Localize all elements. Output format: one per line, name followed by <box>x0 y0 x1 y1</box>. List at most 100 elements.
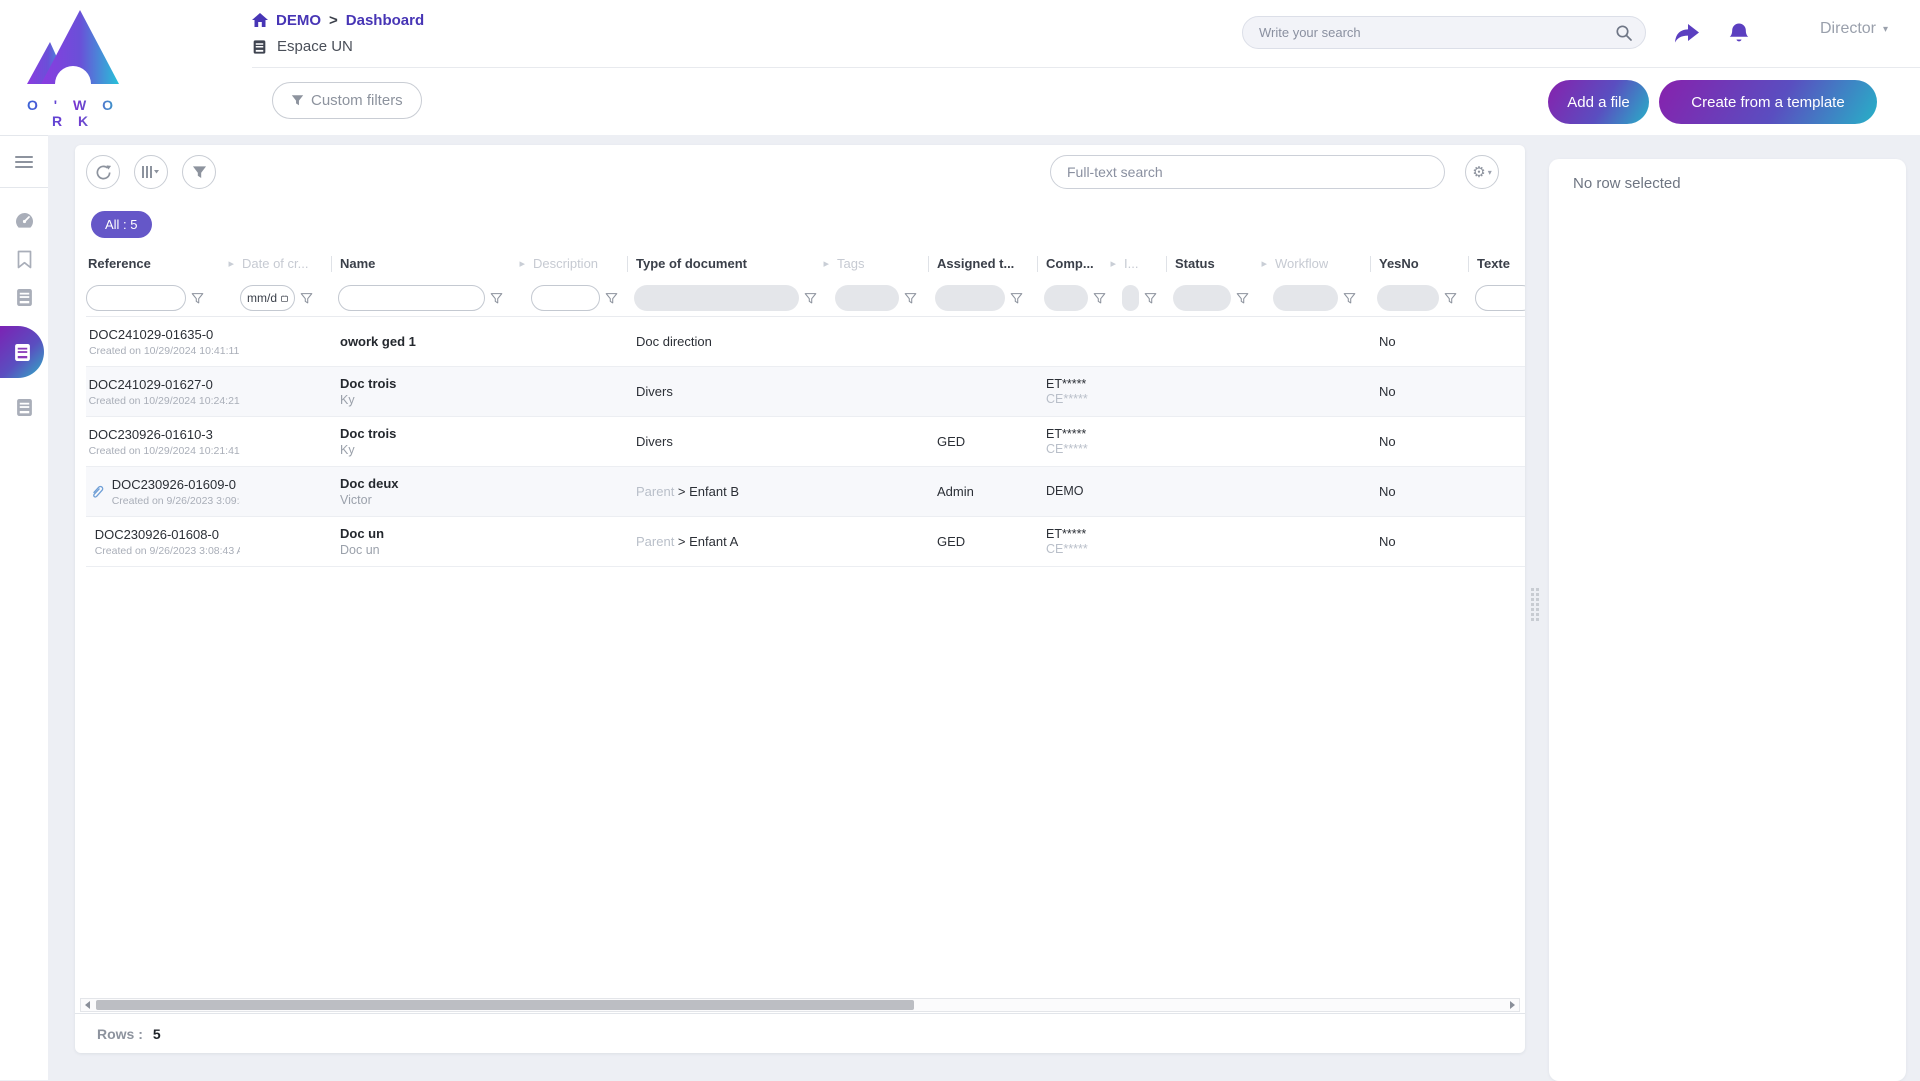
column-header-assigned[interactable]: Assigned t... <box>935 247 1044 280</box>
column-header-name[interactable]: Name▸ <box>338 247 531 280</box>
texte-filter-input[interactable] <box>1475 285 1525 311</box>
breadcrumb: DEMO > Dashboard Espace UN <box>252 12 424 55</box>
reference-filter-input[interactable] <box>86 285 186 311</box>
column-header-texte[interactable]: Texte <box>1475 247 1525 280</box>
table-filter-row: mm/d <box>86 280 1525 317</box>
refresh-button[interactable] <box>86 155 120 189</box>
column-header-type[interactable]: Type of document▸ <box>634 247 835 280</box>
funnel-icon[interactable] <box>1236 292 1249 305</box>
chevron-down-icon: ▾ <box>1883 24 1888 35</box>
table-settings-button[interactable]: ⚙▾ <box>1465 155 1499 189</box>
logo-mountain-icon <box>25 8 121 92</box>
add-file-button[interactable]: Add a file <box>1548 80 1649 124</box>
scroll-right-arrow[interactable] <box>1506 999 1519 1011</box>
column-header-reference[interactable]: Reference▸ <box>86 247 240 280</box>
custom-filters-button[interactable]: Custom filters <box>272 82 422 119</box>
funnel-icon[interactable] <box>605 292 618 305</box>
column-header-workflow[interactable]: Workflow <box>1273 247 1377 280</box>
row-created: Created on 9/26/2023 3:08:43 AM <box>95 545 240 557</box>
documents-table: Reference▸ Date of cr... Name▸ Descripti… <box>86 247 1525 567</box>
share-button[interactable] <box>1672 20 1702 48</box>
notifications-button[interactable] <box>1724 20 1754 48</box>
logo-text: O ' W O R K <box>18 97 128 129</box>
table-row[interactable]: W DOC230926-01609-0 Created on 9/26/2023… <box>86 467 1525 517</box>
sidebar-item-documents[interactable] <box>0 278 48 316</box>
sort-arrow-icon: ▸ <box>1110 257 1116 270</box>
table-footer: Rows : 5 <box>75 1013 1525 1053</box>
bell-icon <box>1728 22 1750 46</box>
row-yesno: No <box>1379 534 1469 549</box>
user-role-dropdown[interactable]: Director ▾ <box>1820 20 1888 38</box>
create-from-template-button[interactable]: Create from a template <box>1659 80 1877 124</box>
funnel-icon[interactable] <box>1144 292 1157 305</box>
funnel-icon[interactable] <box>804 292 817 305</box>
column-header-date[interactable]: Date of cr... <box>240 247 338 280</box>
sidebar-item-ged-active[interactable] <box>0 326 44 378</box>
row-yesno: No <box>1379 334 1469 349</box>
column-header-tags[interactable]: Tags <box>835 247 935 280</box>
fulltext-search-input[interactable] <box>1067 164 1428 180</box>
date-filter-input[interactable]: mm/d <box>240 285 295 311</box>
scrollbar-thumb[interactable] <box>96 1000 914 1010</box>
all-rows-badge[interactable]: All : 5 <box>91 211 152 238</box>
sidebar <box>0 135 48 1080</box>
description-filter-input[interactable] <box>531 285 600 311</box>
row-reference: DOC230926-01610-3 <box>89 427 240 442</box>
name-filter-input[interactable] <box>338 285 485 311</box>
funnel-icon[interactable] <box>1010 292 1023 305</box>
user-role-label: Director <box>1820 20 1876 38</box>
table-row[interactable]: DOC230926-01610-3 Created on 10/29/2024 … <box>86 417 1525 467</box>
column-header-i[interactable]: I... <box>1122 247 1173 280</box>
rows-label: Rows : <box>97 1026 143 1042</box>
funnel-icon[interactable] <box>1444 292 1457 305</box>
funnel-icon[interactable] <box>1093 292 1106 305</box>
no-row-selected-text: No row selected <box>1573 175 1882 192</box>
app-logo[interactable]: O ' W O R K <box>18 8 128 129</box>
breadcrumb-root[interactable]: DEMO <box>276 12 321 29</box>
space-label: Espace UN <box>277 38 353 55</box>
header-divider <box>252 67 1920 68</box>
table-row[interactable]: DOC230926-01608-0 Created on 9/26/2023 3… <box>86 517 1525 567</box>
column-header-status[interactable]: Status▸ <box>1173 247 1273 280</box>
workflow-filter-disabled <box>1273 285 1338 311</box>
type-filter-disabled <box>634 285 799 311</box>
row-created: Created on 10/29/2024 10:21:41 PM <box>89 445 240 457</box>
panel-resize-handle[interactable] <box>1531 588 1539 621</box>
funnel-icon[interactable] <box>300 292 313 305</box>
scrollbar-track[interactable] <box>94 999 1506 1011</box>
row-reference: DOC230926-01609-0 <box>112 477 240 492</box>
column-header-description[interactable]: Description <box>531 247 634 280</box>
row-type: Divers <box>636 434 673 449</box>
row-type: > Enfant A <box>678 534 738 549</box>
funnel-icon[interactable] <box>904 292 917 305</box>
funnel-icon[interactable] <box>1343 292 1356 305</box>
pdf-file-icon <box>86 531 87 552</box>
search-icon[interactable] <box>1615 24 1633 42</box>
sidebar-item-dashboard[interactable] <box>0 202 48 240</box>
row-reference: DOC241029-01627-0 <box>89 377 240 392</box>
funnel-icon[interactable] <box>490 292 503 305</box>
i-filter-disabled <box>1122 285 1139 311</box>
funnel-icon <box>192 165 207 180</box>
row-assigned: GED <box>937 434 1038 449</box>
scroll-left-arrow[interactable] <box>81 999 94 1011</box>
columns-button[interactable] <box>134 155 168 189</box>
sidebar-toggle-button[interactable] <box>0 136 48 188</box>
table-row[interactable]: DOC241029-01635-0 Created on 10/29/2024 … <box>86 317 1525 367</box>
funnel-icon[interactable] <box>191 292 204 305</box>
row-yesno: No <box>1379 484 1469 499</box>
column-header-company[interactable]: Comp...▸ <box>1044 247 1122 280</box>
sidebar-item-bookmarks[interactable] <box>0 240 48 278</box>
global-search-input[interactable] <box>1259 25 1615 40</box>
assigned-filter-disabled <box>935 285 1005 311</box>
sidebar-item-archive[interactable] <box>0 388 48 426</box>
horizontal-scrollbar[interactable] <box>80 998 1520 1012</box>
fulltext-search <box>1050 155 1445 189</box>
breadcrumb-current[interactable]: Dashboard <box>346 12 424 29</box>
column-header-yesno[interactable]: YesNo <box>1377 247 1475 280</box>
filter-button[interactable] <box>182 155 216 189</box>
row-type: Doc direction <box>636 334 712 349</box>
global-search <box>1242 16 1646 49</box>
table-row[interactable]: DOC241029-01627-0 Created on 10/29/2024 … <box>86 367 1525 417</box>
sort-arrow-icon: ▸ <box>228 257 234 270</box>
